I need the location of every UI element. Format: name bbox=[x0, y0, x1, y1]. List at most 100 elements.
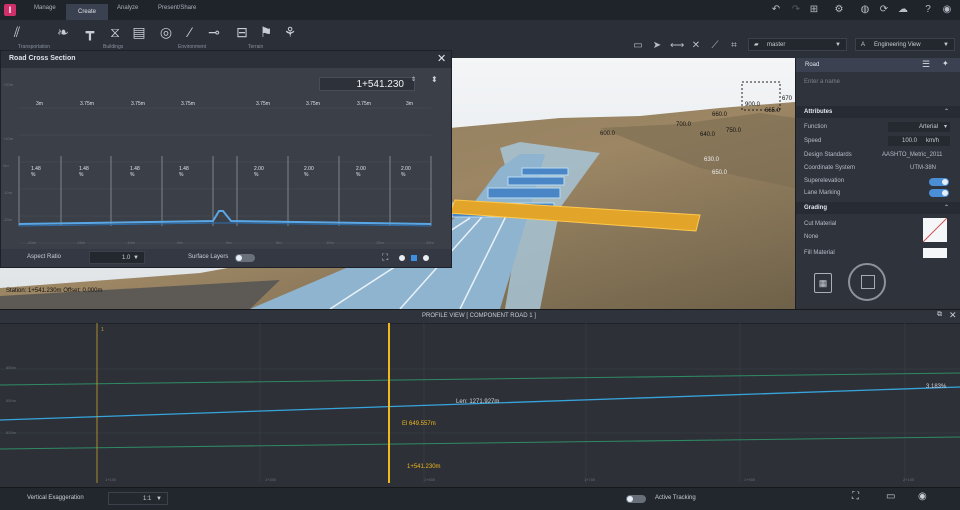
monitor-icon[interactable]: ▭ bbox=[632, 40, 644, 52]
y-tick: 0m bbox=[3, 163, 9, 168]
cross-section-panel: Road Cross Section ✕ 1+541.230 ⇕ ⬍ 3m 3.… bbox=[0, 50, 452, 268]
profile-title: PROFILE VIEW [ COMPONENT ROAD 1 ] bbox=[422, 313, 536, 319]
chevron-down-icon: ▼ bbox=[835, 42, 841, 48]
intersection-icon[interactable]: ⧖ bbox=[107, 24, 123, 40]
tab-create[interactable]: Create bbox=[66, 4, 109, 20]
gear-icon[interactable]: ⚙ bbox=[833, 4, 845, 16]
superelevation-label: Superelevation bbox=[804, 178, 845, 184]
view-cube-icon[interactable] bbox=[848, 263, 886, 301]
view-icon: A bbox=[861, 42, 866, 48]
vertical-exaggeration-select[interactable]: 1:1 ▼ bbox=[108, 492, 168, 505]
close-icon[interactable]: ✕ bbox=[949, 310, 957, 321]
fit-view-icon[interactable]: ⛶ bbox=[382, 252, 388, 263]
lane-marking-toggle[interactable] bbox=[929, 189, 949, 197]
design-standards-value[interactable]: AASHTO_Metric_2011 bbox=[882, 152, 942, 158]
calculator-icon[interactable]: ▦ bbox=[814, 273, 832, 293]
speed-input[interactable]: 100.0 km/h bbox=[888, 136, 950, 146]
aspect-ratio-select[interactable]: 1.0 ▼ bbox=[89, 251, 145, 264]
measure-icon[interactable]: ⟷ bbox=[670, 40, 684, 52]
cross-section-header: Road Cross Section ✕ bbox=[1, 51, 451, 68]
x-tick: 1+700 bbox=[584, 477, 596, 482]
sync-icon[interactable]: ⟳ bbox=[878, 4, 890, 16]
redo-icon[interactable]: ↷ bbox=[790, 4, 802, 16]
x-tick: 5m bbox=[276, 240, 282, 245]
grading-section[interactable]: Grading ⌃ bbox=[796, 202, 960, 214]
slope-label: 1.48 % bbox=[130, 166, 140, 178]
function-value: Arterial bbox=[918, 124, 938, 130]
globe-icon[interactable]: ◍ bbox=[859, 4, 871, 16]
speed-unit: km/h bbox=[926, 138, 940, 144]
tab-present-share[interactable]: Present/Share bbox=[158, 5, 196, 11]
window-icon[interactable]: ▭ bbox=[886, 491, 895, 502]
superelevation-toggle[interactable] bbox=[929, 178, 949, 186]
elevation-label: 750.0 bbox=[726, 128, 742, 134]
x-tick: 2+100 bbox=[903, 477, 915, 482]
cloud-icon[interactable]: ☁ bbox=[897, 4, 909, 16]
none-swatch-icon bbox=[922, 217, 948, 243]
x-tick: 1+100 bbox=[105, 477, 117, 482]
eye-icon[interactable]: ◉ bbox=[918, 491, 927, 502]
panel-title: Road bbox=[805, 62, 820, 68]
slope-label: 2.00 % bbox=[304, 166, 314, 178]
feature-icon[interactable]: ❧ bbox=[55, 24, 71, 40]
fill-material-swatch[interactable] bbox=[923, 248, 947, 258]
road-icon[interactable]: ⫽ bbox=[9, 24, 25, 40]
aspect-ratio-label: Aspect Ratio bbox=[27, 254, 62, 260]
fit-view-icon[interactable]: ⛶ bbox=[852, 491, 859, 502]
t-junction-icon[interactable]: ┳ bbox=[82, 24, 98, 40]
branch-select[interactable]: ▰ master ▼ bbox=[748, 38, 847, 51]
slope-label: 2.00 % bbox=[401, 166, 411, 178]
help-icon[interactable]: ? bbox=[922, 4, 934, 16]
page-dot[interactable] bbox=[423, 255, 429, 261]
active-tracking-toggle[interactable] bbox=[626, 495, 646, 503]
vertical-exaggeration-label: Vertical Exaggeration bbox=[27, 495, 84, 501]
attributes-header: Attributes bbox=[804, 109, 833, 115]
connector-icon[interactable]: ⊸ bbox=[206, 24, 222, 40]
undo-icon[interactable]: ↶ bbox=[770, 4, 782, 16]
split-icon[interactable]: ⟋ bbox=[709, 40, 721, 52]
page-dot-active[interactable] bbox=[411, 255, 417, 261]
name-input[interactable]: Enter a name bbox=[800, 75, 955, 89]
close-icon[interactable]: ✕ bbox=[437, 52, 446, 65]
view-mode-select[interactable]: A Engineering View ▼ bbox=[855, 38, 955, 51]
properties-panel: Road ☰ ✦ Enter a name Attributes ⌃ Funct… bbox=[795, 58, 960, 309]
aspect-ratio-value: 1.0 bbox=[122, 255, 131, 261]
grading-header: Grading bbox=[804, 205, 828, 211]
chevron-up-icon[interactable]: ⌃ bbox=[944, 204, 949, 211]
profile-length-label: Len: 1271.927m bbox=[456, 399, 500, 405]
page-dot[interactable] bbox=[399, 255, 405, 261]
grid-icon[interactable]: ⊞ bbox=[808, 4, 820, 16]
menu-icon[interactable]: ☰ bbox=[922, 59, 930, 70]
vertical-exaggeration-value: 1:1 bbox=[143, 496, 152, 502]
profile-view[interactable]: PROFILE VIEW [ COMPONENT ROAD 1 ] ⧉ ✕ 1 … bbox=[0, 309, 960, 488]
vegetation-icon[interactable]: ⚘ bbox=[282, 24, 298, 40]
panel-header: Road ☰ ✦ bbox=[796, 58, 960, 72]
pipe-icon[interactable]: ⁄ bbox=[182, 24, 198, 40]
chevron-down-icon: ▾ bbox=[943, 124, 947, 130]
cursor-icon[interactable]: ➤ bbox=[651, 40, 663, 52]
sign-icon[interactable]: ⚑ bbox=[258, 24, 274, 40]
crop-icon[interactable]: ⌗ bbox=[728, 40, 740, 52]
roundabout-icon[interactable]: ◎ bbox=[158, 24, 174, 40]
surface-layers-toggle[interactable] bbox=[235, 254, 255, 262]
function-select[interactable]: Arterial ▾ bbox=[888, 122, 950, 132]
tab-analyze[interactable]: Analyze bbox=[117, 5, 138, 11]
restore-icon[interactable]: ⧉ bbox=[937, 311, 942, 319]
attributes-section[interactable]: Attributes ⌃ bbox=[796, 106, 960, 118]
account-icon[interactable]: ◉ bbox=[941, 4, 953, 16]
cut-material-swatch[interactable] bbox=[922, 217, 948, 243]
building-icon[interactable]: ▤ bbox=[131, 24, 147, 40]
coordinate-system-value[interactable]: UTM-38N bbox=[910, 165, 936, 171]
profile-header: PROFILE VIEW [ COMPONENT ROAD 1 ] ⧉ ✕ bbox=[0, 310, 960, 324]
cross-icon[interactable]: ✕ bbox=[690, 40, 702, 52]
cube-face-icon bbox=[861, 275, 875, 289]
slope-label: 2.00 % bbox=[356, 166, 366, 178]
pin-icon[interactable]: ✦ bbox=[942, 59, 949, 68]
chevron-up-icon[interactable]: ⌃ bbox=[944, 108, 949, 115]
speed-label: Speed bbox=[804, 138, 822, 144]
traffic-light-icon[interactable]: ⊟ bbox=[234, 24, 250, 40]
active-tracking-label: Active Tracking bbox=[655, 495, 696, 501]
tab-manage[interactable]: Manage bbox=[34, 5, 56, 11]
slope-label: 1.48 % bbox=[79, 166, 89, 178]
elevation-label: 700.0 bbox=[676, 122, 692, 128]
